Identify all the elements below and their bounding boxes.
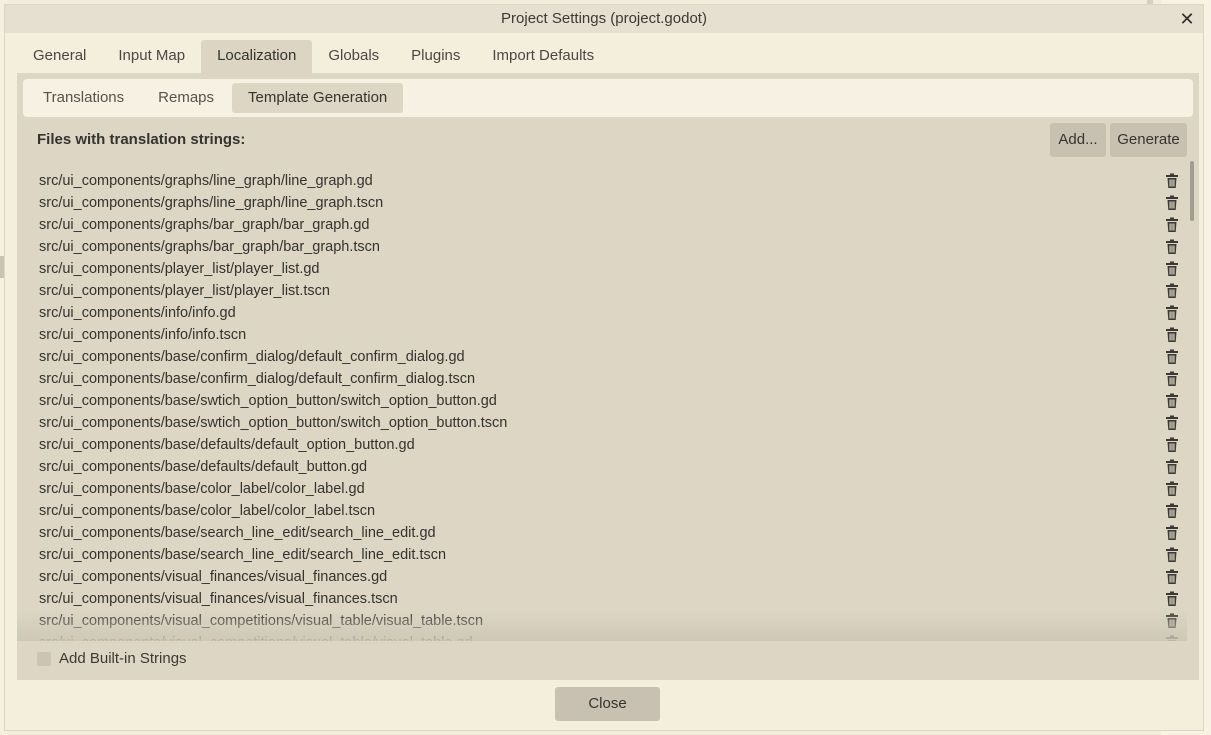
file-row[interactable]: src/ui_components/graphs/line_graph/line… [17,192,1199,214]
tab-localization[interactable]: Localization [201,40,313,74]
file-row[interactable]: src/ui_components/base/defaults/default_… [17,434,1199,456]
generate-button[interactable]: Generate [1110,123,1187,157]
trash-icon[interactable] [1164,195,1180,211]
file-row[interactable]: src/ui_components/base/confirm_dialog/de… [17,368,1199,390]
trash-icon[interactable] [1164,261,1180,277]
file-path: src/ui_components/base/color_label/color… [39,481,365,497]
file-path: src/ui_components/base/swtich_option_but… [39,393,497,409]
trash-icon[interactable] [1164,283,1180,299]
trash-icon[interactable] [1164,503,1180,519]
main-tab-bar: General Input Map Localization Globals Plugi… [17,40,610,74]
file-row[interactable]: src/ui_components/info/info.gd [17,302,1199,324]
file-row[interactable]: src/ui_components/graphs/line_graph/line… [17,170,1199,192]
trash-icon[interactable] [1164,305,1180,321]
file-row[interactable]: src/ui_components/base/confirm_dialog/de… [17,346,1199,368]
file-path: src/ui_components/graphs/bar_graph/bar_g… [39,217,370,233]
file-row[interactable]: src/ui_components/base/search_line_edit/… [17,522,1199,544]
trash-icon[interactable] [1164,415,1180,431]
file-row[interactable]: src/ui_components/base/search_line_edit/… [17,544,1199,566]
file-path: src/ui_components/graphs/line_graph/line… [39,195,384,211]
subtab-remaps[interactable]: Remaps [142,83,230,113]
file-row[interactable]: src/ui_components/graphs/bar_graph/bar_g… [17,236,1199,258]
trash-icon[interactable] [1164,239,1180,255]
add-button[interactable]: Add... [1050,123,1106,157]
file-path: src/ui_components/visual_competitions/vi… [39,613,484,629]
localization-panel: Translations Remaps Template Generation Fi… [17,73,1199,680]
file-path: src/ui_components/player_list/player_lis… [39,283,330,299]
trash-icon[interactable] [1164,217,1180,233]
files-list[interactable]: src/ui_components/graphs/line_graph/line… [17,161,1199,641]
file-row[interactable]: src/ui_components/graphs/bar_graph/bar_g… [17,214,1199,236]
trash-icon[interactable] [1164,613,1180,629]
file-path: src/ui_components/player_list/player_lis… [39,261,320,277]
file-row[interactable]: src/ui_components/visual_finances/visual… [17,566,1199,588]
trash-icon[interactable] [1164,569,1180,585]
file-row[interactable]: src/ui_components/visual_finances/visual… [17,588,1199,610]
sub-tab-bar: Translations Remaps Template Generation [23,79,1193,117]
trash-icon[interactable] [1164,459,1180,475]
tab-general[interactable]: General [17,40,102,74]
dialog-titlebar: Project Settings (project.godot) ✕ [5,5,1203,33]
files-label: Files with translation strings: [37,131,246,148]
builtin-strings-bar: Add Built-in Strings [17,641,1199,680]
file-row[interactable]: src/ui_components/base/swtich_option_but… [17,390,1199,412]
file-row[interactable]: src/ui_components/base/color_label/color… [17,500,1199,522]
close-icon[interactable]: ✕ [1177,9,1197,29]
trash-icon[interactable] [1164,393,1180,409]
trash-icon[interactable] [1164,591,1180,607]
file-row[interactable]: src/ui_components/player_list/player_lis… [17,280,1199,302]
dialog-title: Project Settings (project.godot) [501,10,707,27]
trash-icon[interactable] [1164,349,1180,365]
file-row[interactable]: src/ui_components/visual_competitions/vi… [17,610,1199,632]
file-row[interactable]: src/ui_components/base/color_label/color… [17,478,1199,500]
project-settings-dialog: Project Settings (project.godot) ✕ Gener… [4,4,1204,731]
file-path: src/ui_components/base/color_label/color… [39,503,376,519]
tab-globals[interactable]: Globals [312,40,395,74]
file-row[interactable]: src/ui_components/base/swtich_option_but… [17,412,1199,434]
file-path: src/ui_components/base/swtich_option_but… [39,415,508,431]
file-path: src/ui_components/base/confirm_dialog/de… [39,349,465,365]
file-path: src/ui_components/base/search_line_edit/… [39,525,436,541]
trash-icon[interactable] [1164,481,1180,497]
file-path: src/ui_components/graphs/bar_graph/bar_g… [39,239,380,255]
file-path: src/ui_components/base/confirm_dialog/de… [39,371,476,387]
file-path: src/ui_components/base/search_line_edit/… [39,547,447,563]
file-row[interactable]: src/ui_components/info/info.tscn [17,324,1199,346]
file-path: src/ui_components/base/defaults/default_… [39,437,415,453]
file-path: src/ui_components/visual_competitions/vi… [39,632,473,641]
subtab-translations[interactable]: Translations [27,83,140,113]
file-row[interactable]: src/ui_components/player_list/player_lis… [17,258,1199,280]
trash-icon[interactable] [1164,525,1180,541]
trash-icon[interactable] [1164,547,1180,563]
trash-icon[interactable] [1164,437,1180,453]
file-row[interactable]: src/ui_components/visual_competitions/vi… [17,632,1199,641]
file-path: src/ui_components/visual_finances/visual… [39,569,388,585]
file-path: src/ui_components/base/defaults/default_… [39,459,368,475]
tab-import-defaults[interactable]: Import Defaults [476,40,610,74]
file-path: src/ui_components/visual_finances/visual… [39,591,398,607]
subtab-template-generation[interactable]: Template Generation [232,83,404,113]
tab-plugins[interactable]: Plugins [395,40,476,74]
builtin-strings-checkbox[interactable] [37,652,51,666]
file-path: src/ui_components/info/info.tscn [39,327,247,343]
tab-input-map[interactable]: Input Map [102,40,201,74]
builtin-strings-label[interactable]: Add Built-in Strings [59,650,187,667]
trash-icon[interactable] [1164,327,1180,343]
trash-icon[interactable] [1164,173,1180,189]
trash-icon[interactable] [1164,371,1180,387]
file-row[interactable]: src/ui_components/base/defaults/default_… [17,456,1199,478]
file-path: src/ui_components/graphs/line_graph/line… [39,173,373,189]
list-scrollbar[interactable] [1190,161,1194,221]
close-button[interactable]: Close [555,687,660,721]
file-path: src/ui_components/info/info.gd [39,305,236,321]
